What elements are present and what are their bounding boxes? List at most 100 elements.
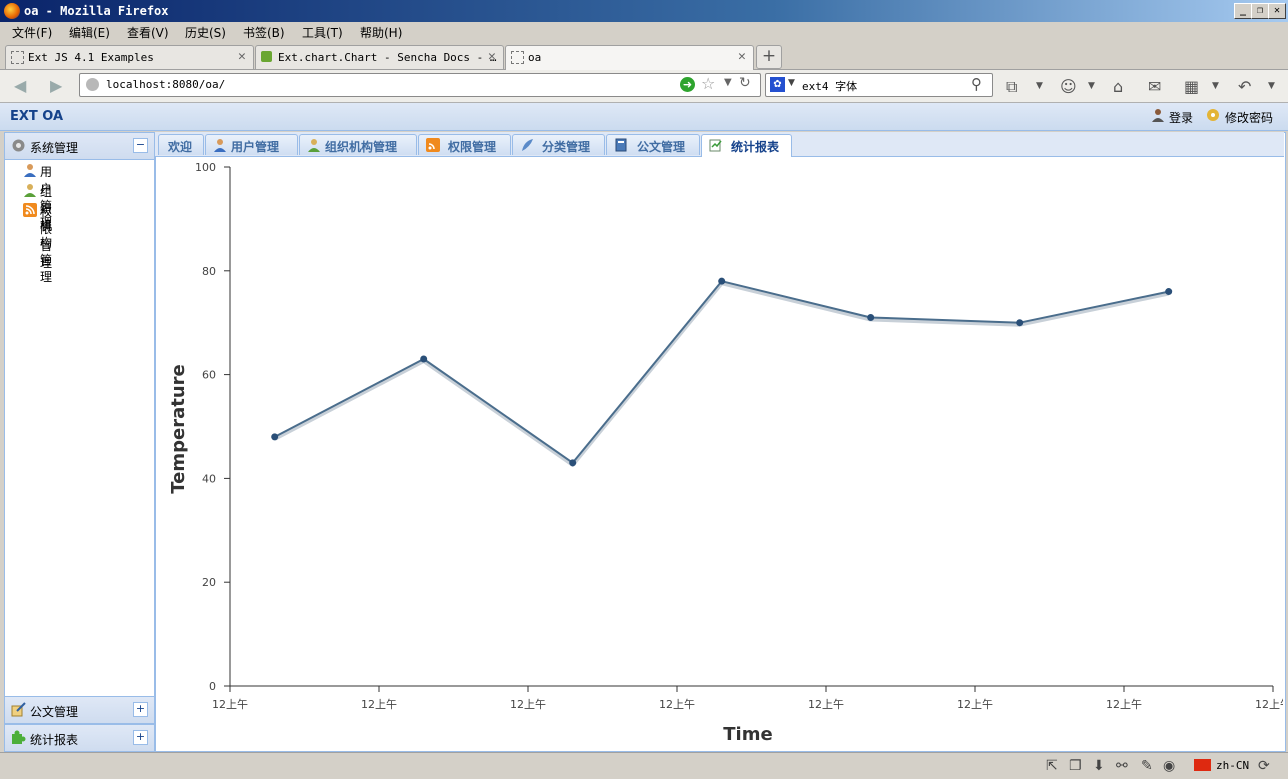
menu-tools[interactable]: 工具(T) <box>302 24 343 41</box>
y-tick-label: 80 <box>202 265 216 278</box>
x-tick-label: 12上午 <box>808 698 844 711</box>
edit-document-icon <box>11 702 26 717</box>
search-engine-dropdown-icon[interactable]: ▼ <box>788 78 795 88</box>
restore-button[interactable]: ❐ <box>1251 3 1269 19</box>
dropdown-icon[interactable]: ▼ <box>1268 81 1275 91</box>
mail-icon[interactable]: ✉ <box>1148 77 1161 96</box>
dropdown-icon[interactable]: ▼ <box>1212 81 1219 91</box>
tab-document-management[interactable]: 公文管理 <box>606 134 700 155</box>
sencha-icon <box>261 51 272 62</box>
tab-label: 用户管理 <box>231 140 280 154</box>
accordion-document-management[interactable]: 公文管理 + <box>5 696 154 724</box>
url-text: localhost:8080/oa/ <box>106 78 226 91</box>
tab-label: 统计报表 <box>731 140 780 154</box>
expand-button[interactable]: + <box>133 702 148 717</box>
user-icon <box>214 139 226 152</box>
tab-category-management[interactable]: 分类管理 <box>512 134 605 155</box>
menu-history[interactable]: 历史(S) <box>185 24 226 41</box>
apps-icon[interactable]: ▦ <box>1184 77 1199 96</box>
data-point <box>271 433 279 441</box>
x-tick-label: 12上午 <box>1255 698 1283 711</box>
url-dropdown-icon[interactable]: ▼ <box>724 77 732 88</box>
globe-icon <box>86 78 99 91</box>
tab-user-management[interactable]: 用户管理 <box>205 134 298 155</box>
tab-label: 权限管理 <box>448 140 497 154</box>
back-arrow-icon[interactable]: ◀ <box>14 76 26 95</box>
x-tick-label: 12上午 <box>510 698 546 711</box>
tab-organization[interactable]: 组织机构管理 <box>299 134 417 155</box>
new-tab-button[interactable]: + <box>756 45 782 69</box>
search-text: ext4 字体 <box>802 80 858 93</box>
y-tick-label: 0 <box>209 680 216 693</box>
external-link-icon[interactable]: ⇱ <box>1046 758 1058 774</box>
search-icon[interactable]: ⚲ <box>971 75 982 93</box>
search-bar[interactable]: ✿ ▼ ext4 字体 ⚲ <box>765 73 993 97</box>
close-tab-icon[interactable]: ✕ <box>738 49 746 64</box>
x-axis-label: Time <box>723 724 772 745</box>
home-icon[interactable]: ⌂ <box>1113 77 1123 96</box>
data-point <box>420 355 428 363</box>
firefox-icon <box>4 3 20 19</box>
reload-icon[interactable]: ↻ <box>739 75 751 91</box>
locale-indicator[interactable]: zh-CN <box>1216 759 1249 772</box>
y-axis-ticks: 0 20 40 60 80 100 <box>195 161 230 693</box>
data-point <box>569 459 577 467</box>
page-icon <box>11 51 24 64</box>
update-icon[interactable]: ⟳ <box>1258 758 1270 774</box>
expand-button[interactable]: + <box>133 730 148 745</box>
app-header: EXT OA 登录 修改密码 <box>0 103 1288 131</box>
screenshot-icon[interactable]: ⧉ <box>1006 77 1017 97</box>
china-flag-icon <box>1194 759 1211 771</box>
close-window-button[interactable]: ✕ <box>1268 3 1286 19</box>
menu-help[interactable]: 帮助(H) <box>360 24 402 41</box>
baidu-paw-icon[interactable]: ✿ <box>770 77 785 92</box>
download-icon[interactable]: ⬇ <box>1093 758 1105 774</box>
window-title: oa - Mozilla Firefox <box>24 4 169 18</box>
bookmark-star-icon[interactable]: ☆ <box>701 74 715 93</box>
tab-welcome[interactable]: 欢迎 <box>158 134 204 155</box>
x-tick-label: 12上午 <box>957 698 993 711</box>
browser-tab-ext-examples[interactable]: Ext JS 4.1 Examples ✕ <box>5 45 254 69</box>
x-tick-label: 12上午 <box>361 698 397 711</box>
menu-view[interactable]: 查看(V) <box>127 24 169 41</box>
dropdown-icon[interactable]: ▼ <box>1088 81 1095 91</box>
tab-label: 分类管理 <box>542 140 591 154</box>
brush-icon[interactable]: ✎ <box>1141 758 1153 774</box>
tab-permissions[interactable]: 权限管理 <box>418 134 511 155</box>
browser-tab-sencha-docs[interactable]: Ext.chart.Chart - Sencha Docs - … ✕ <box>255 45 504 69</box>
series-temperature <box>271 277 1173 467</box>
dropdown-icon[interactable]: ▼ <box>1036 81 1043 91</box>
x-tick-label: 12上午 <box>1106 698 1142 711</box>
app-title: EXT OA <box>10 109 64 124</box>
gear-icon <box>12 139 25 152</box>
forward-arrow-icon[interactable]: ▶ <box>50 76 62 95</box>
minimize-button[interactable]: _ <box>1234 3 1252 19</box>
url-bar[interactable]: localhost:8080/oa/ ➜ ☆ ▼ ↻ <box>79 73 761 97</box>
tab-statistics[interactable]: 统计报表 <box>701 134 792 157</box>
data-point <box>867 314 875 322</box>
login-button[interactable]: 登录 <box>1169 109 1193 126</box>
glasses-icon[interactable]: ⚯ <box>1116 758 1128 774</box>
menu-edit[interactable]: 编辑(E) <box>69 24 110 41</box>
key-icon <box>1207 109 1219 121</box>
x-tick-label: 12上午 <box>659 698 695 711</box>
x-axis-ticks: 12上午 12上午 12上午 12上午 12上午 12上午 12上午 12上午 <box>212 686 1283 711</box>
menu-bookmarks[interactable]: 书签(B) <box>243 24 285 41</box>
collapse-button[interactable]: − <box>133 138 148 153</box>
close-tab-icon[interactable]: ✕ <box>488 49 496 64</box>
change-password-button[interactable]: 修改密码 <box>1225 109 1273 126</box>
undo-icon[interactable]: ↶ <box>1238 77 1251 96</box>
go-arrow-icon[interactable]: ➜ <box>680 77 695 92</box>
browser-tab-oa[interactable]: oa ✕ <box>505 45 754 70</box>
y-axis-label: Temperature <box>168 364 189 493</box>
accordion-statistics[interactable]: 统计报表 + <box>5 724 154 752</box>
accordion-system-management[interactable]: 系统管理 − <box>5 133 154 160</box>
windows-icon[interactable]: ❐ <box>1069 758 1082 774</box>
close-tab-icon[interactable]: ✕ <box>238 49 246 64</box>
puzzle-icon <box>12 730 26 744</box>
browser-tab-label: Ext JS 4.1 Examples <box>28 51 154 64</box>
firefox-sync-icon[interactable]: ◉ <box>1163 758 1175 774</box>
menu-file[interactable]: 文件(F) <box>12 24 52 41</box>
addon-icon[interactable]: ☺ <box>1060 77 1077 96</box>
y-tick-label: 20 <box>202 576 216 589</box>
